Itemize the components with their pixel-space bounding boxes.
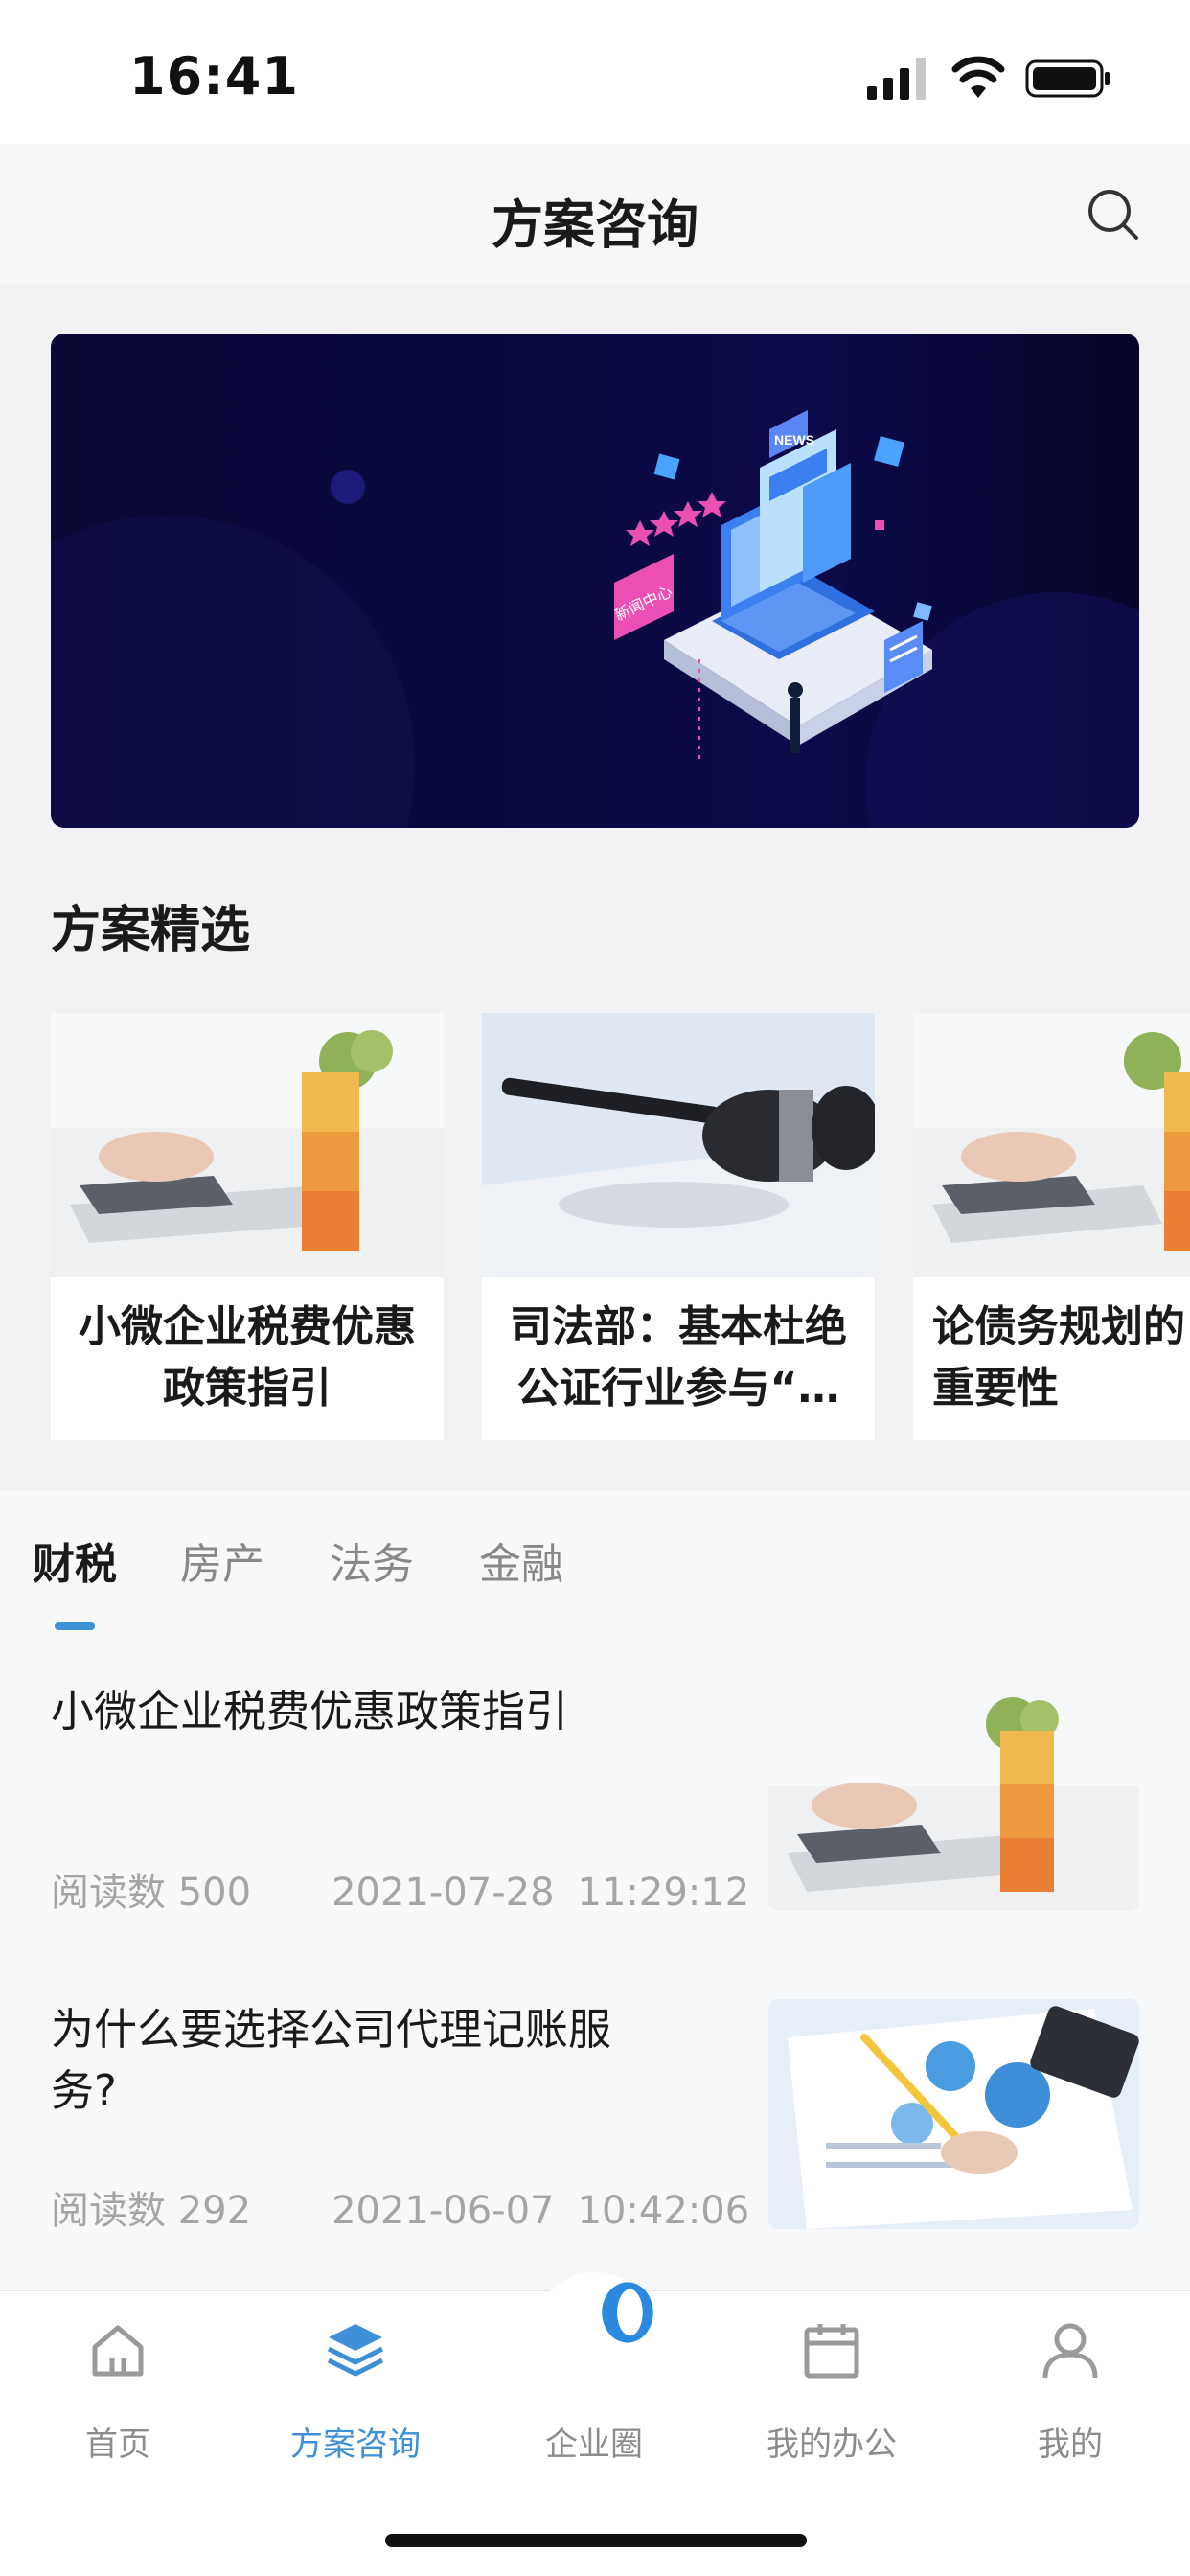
tax-blocks-image: [51, 1013, 444, 1277]
calendar-icon: [804, 2324, 859, 2379]
nav-header: 方案咨询: [0, 144, 1190, 284]
tabbar-circle-label: 企业圈: [545, 2426, 643, 2464]
featured-carousel[interactable]: 小微企业税费优惠政策指引 司法部：基本杜绝公证行业参与“… 论债务规划的重要性: [51, 1013, 1190, 1440]
featured-card-title: 小微企业税费优惠政策指引: [79, 1302, 416, 1413]
tab-real-estate[interactable]: 房产: [180, 1530, 264, 1591]
tabbar-consulting-label: 方案咨询: [290, 2426, 421, 2464]
home-indicator: [385, 2534, 807, 2547]
home-icon: [92, 2325, 144, 2377]
featured-card-title: 论债务规划的重要性: [932, 1302, 1185, 1413]
search-icon[interactable]: [1085, 186, 1142, 243]
featured-card[interactable]: 小微企业税费优惠政策指引: [51, 1013, 444, 1440]
section-title-featured: 方案精选: [51, 902, 251, 959]
wifi-icon: [951, 56, 1005, 98]
tax-blocks-image: [913, 1013, 1190, 1277]
tab-finance-tax[interactable]: 财税: [33, 1530, 117, 1591]
gavel-image: [482, 1013, 875, 1277]
tabbar-office-label: 我的办公: [767, 2426, 897, 2464]
tabbar-profile[interactable]: 我的: [974, 2311, 1166, 2464]
banner-illustration: NEWS 新闻中心: [51, 410, 1139, 828]
layers-icon: [327, 2324, 384, 2377]
tabbar-home[interactable]: 首页: [22, 2311, 214, 2464]
status-time: 16:41: [129, 46, 299, 106]
tab-indicator: [55, 1622, 95, 1630]
circle-logo-icon: [602, 2282, 653, 2343]
page-title: 方案咨询: [492, 195, 698, 255]
read-count: 阅读数 500: [51, 1871, 252, 1915]
article-title: 小微企业税费优惠政策指引: [51, 1686, 569, 1736]
signal-icon: [867, 58, 926, 100]
tabbar-home-label: 首页: [85, 2426, 150, 2464]
article-meta: 阅读数 500 2021-07-28 11:29:12: [51, 1861, 749, 1917]
status-bar: 16:41: [0, 0, 1190, 144]
article-meta: 阅读数 292 2021-06-07 10:42:06: [51, 2179, 749, 2235]
featured-card[interactable]: 司法部：基本杜绝公证行业参与“…: [482, 1013, 875, 1440]
tabbar-office[interactable]: 我的办公: [736, 2311, 927, 2464]
circle-fab[interactable]: [532, 2272, 658, 2399]
accounting-chart-thumbnail: [768, 1999, 1139, 2229]
list-item[interactable]: 小微企业税费优惠政策指引 阅读数 500 2021-07-28 11:29:12: [0, 1681, 1190, 1968]
article-time: 10:42:06: [577, 2189, 750, 2233]
article-list-area: 财税 房产 法务 金融 小微企业税费优惠政策指引 阅读数 500 2021-07-…: [0, 1491, 1190, 2296]
read-count: 阅读数 292: [51, 2189, 252, 2233]
article-date: 2021-06-07: [332, 2189, 555, 2233]
battery-icon: [1025, 59, 1110, 98]
tab-banking[interactable]: 金融: [479, 1530, 563, 1591]
tabbar-profile-label: 我的: [1038, 2426, 1103, 2464]
featured-card[interactable]: 论债务规划的重要性: [913, 1013, 1190, 1440]
featured-card-title: 司法部：基本杜绝公证行业参与“…: [510, 1302, 847, 1413]
tabbar-consulting[interactable]: 方案咨询: [260, 2311, 451, 2464]
list-item[interactable]: 为什么要选择公司代理记账服务? 阅读数 292 2021-06-07 10:42:0…: [0, 1999, 1190, 2287]
article-time: 11:29:12: [577, 1871, 750, 1915]
user-icon: [1042, 2323, 1098, 2379]
category-tabs: 财税 房产 法务 金融: [0, 1491, 1190, 1630]
hero-banner[interactable]: NEWS 新闻中心: [51, 334, 1139, 828]
article-title: 为什么要选择公司代理记账服务?: [51, 2004, 612, 2116]
article-date: 2021-07-28: [332, 1871, 555, 1915]
tabbar-circle[interactable]: 企业圈: [498, 2272, 690, 2464]
tab-legal[interactable]: 法务: [330, 1530, 414, 1591]
news-badge-text: NEWS: [774, 432, 814, 448]
tax-blocks-thumbnail: [768, 1681, 1139, 1911]
